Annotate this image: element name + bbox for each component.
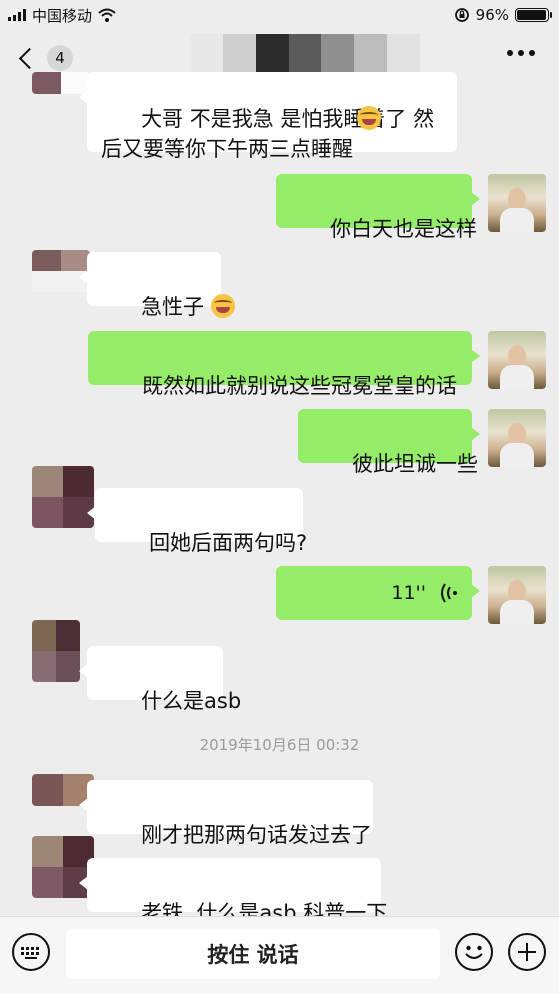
more-button[interactable] [507,50,535,56]
laughing-crying-emoji-icon [210,294,235,318]
message-text: 回她后面两句吗? [149,531,308,555]
chat-timestamp: 2019年10月6日 00:32 [199,736,360,754]
hold-to-talk-button[interactable]: 按住 说话 [66,929,440,979]
my-avatar[interactable] [488,409,546,467]
more-functions-button[interactable] [508,933,546,971]
emoji-icon [465,945,483,959]
carrier-name: 中国移动 [32,6,93,25]
orientation-lock-icon [454,8,469,22]
more-dots-icon [507,50,513,56]
wifi-icon [98,8,116,22]
voice-duration: 11'' [391,582,426,604]
emoji-button[interactable] [455,933,493,971]
my-avatar[interactable] [488,331,546,389]
my-avatar[interactable] [488,174,546,232]
signal-icon [8,9,26,21]
status-right: 96% [454,0,552,30]
message-text: 大哥 不是我急 是怕我睡着了 然 后又要等你下午两三点睡醒 [101,107,435,161]
message-list[interactable]: 大哥 不是我急 是怕我睡着了 然 后又要等你下午两三点睡醒 你白天也是这样 急性… [0,72,559,925]
laughing-crying-emoji-icon [357,106,381,130]
keyboard-toggle-button[interactable] [12,933,50,971]
message-text: 既然如此就别说这些冠冕堂皇的话 [142,374,458,398]
message-bubble[interactable]: 老铁 什么是asb 科普一下 [79,858,387,925]
keyboard-icon [21,947,39,959]
message-text: 什么是asb [141,689,242,713]
message-text: 急性子 [141,295,211,319]
message-bubble[interactable]: 大哥 不是我急 是怕我睡着了 然 后又要等你下午两三点睡醒 [79,72,457,161]
contact-avatar[interactable] [32,466,94,528]
input-bar: 按住 说话 [0,916,559,994]
message-bubble[interactable]: 你白天也是这样 [276,174,480,241]
voice-wave-icon [441,583,457,603]
voice-message-bubble[interactable]: 11'' [276,566,480,620]
message-text: 你白天也是这样 [330,217,478,241]
message-bubble[interactable]: 既然如此就别说这些冠冕堂皇的话 [88,331,480,398]
message-bubble[interactable]: 刚才把那两句话发过去了 [79,780,373,847]
status-bar: 中国移动 96% [0,0,559,30]
battery-fill [517,10,546,20]
unread-count-badge: 4 [47,45,73,71]
message-bubble[interactable]: 什么是asb [79,646,241,713]
battery-icon [515,8,552,22]
message-bubble[interactable]: 彼此坦诚一些 [298,409,480,476]
message-bubble[interactable]: 急性子 [79,252,235,319]
message-text: 刚才把那两句话发过去了 [141,823,373,847]
chat-title-blurred [190,34,421,72]
back-button[interactable]: 4 [16,40,73,76]
chevron-left-icon [18,47,41,69]
battery-percent: 96% [475,6,509,24]
message-text: 彼此坦诚一些 [352,452,479,476]
my-avatar[interactable] [488,566,546,624]
contact-avatar[interactable] [32,620,80,682]
message-bubble[interactable]: 回她后面两句吗? [87,488,307,555]
